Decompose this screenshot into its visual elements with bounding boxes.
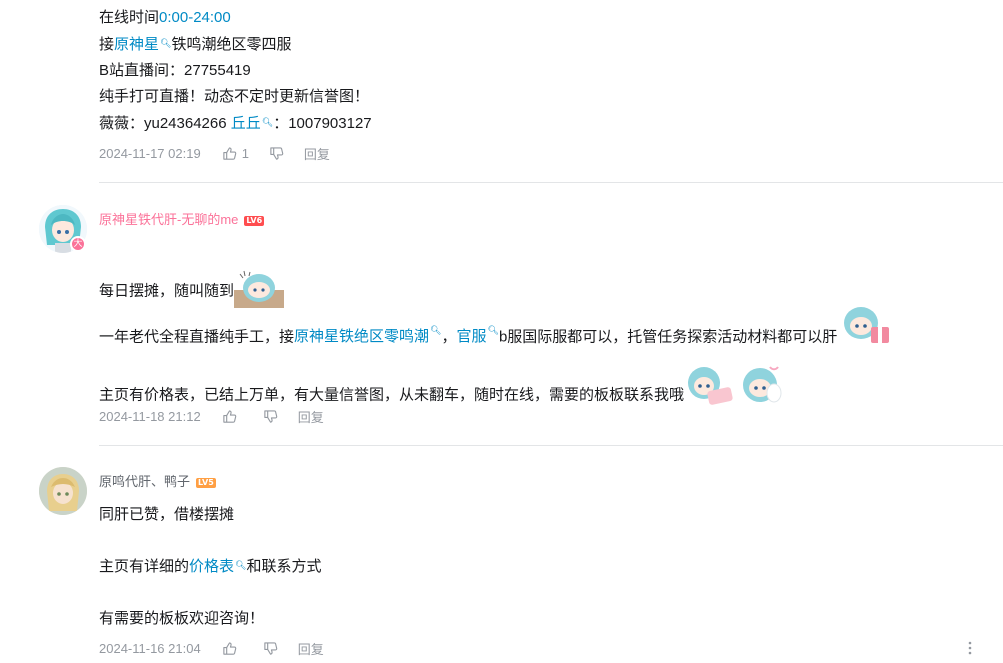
vip-badge: 大 bbox=[70, 236, 86, 252]
search-link-price-list[interactable]: 价格表🔍︎ bbox=[189, 558, 246, 575]
thumb-down-icon bbox=[264, 409, 277, 423]
sticker-miku-sign bbox=[684, 363, 734, 416]
like-button[interactable]: 1 bbox=[222, 146, 249, 161]
search-superscript-icon: 🔍︎ bbox=[487, 325, 499, 335]
like-count: 1 bbox=[241, 145, 249, 161]
search-superscript-icon: 🔍︎ bbox=[261, 117, 274, 127]
comment-2-para-1: 每日摆摊，随叫随到 bbox=[99, 268, 285, 315]
reply-button[interactable]: 回复 bbox=[298, 407, 324, 426]
search-link-official-server[interactable]: 官服🔍︎ bbox=[456, 325, 498, 345]
comment-divider bbox=[99, 182, 1003, 183]
search-superscript-icon: 🔍︎ bbox=[430, 325, 442, 335]
comment-2-meta: 2024-11-18 21:12 回复 bbox=[99, 407, 324, 425]
comment-3-para-2: 主页有详细的价格表🔍︎和联系方式 bbox=[99, 556, 321, 578]
comment-2-para-2: 一年老代全程直播纯手工，接原神星铁绝区零鸣潮🔍︎，官服🔍︎b服国际服都可以，托管… bbox=[99, 307, 891, 354]
reply-button[interactable]: 回复 bbox=[298, 639, 324, 658]
comment-3-para-3: 有需要的板板欢迎咨询！ bbox=[99, 610, 265, 627]
search-link-qiuqiu[interactable]: 丘丘🔍︎ bbox=[231, 115, 273, 132]
like-button[interactable] bbox=[222, 641, 237, 656]
dislike-button[interactable] bbox=[263, 641, 278, 656]
username[interactable]: 原鸣代肝、鸭子 LV5 bbox=[99, 474, 216, 490]
sticker-miku-gift bbox=[837, 303, 891, 354]
comment-1-line-games: 接原神星🔍︎铁鸣潮绝区零四服 bbox=[99, 34, 291, 56]
thumb-up-icon bbox=[223, 641, 236, 655]
avatar-character-image bbox=[39, 467, 87, 515]
comment-1-line-live-room: B站直播间：27755419 bbox=[99, 62, 251, 79]
search-link-genshin-star[interactable]: 原神星🔍︎ bbox=[114, 36, 171, 53]
comment-date: 2024-11-18 21:12 bbox=[99, 408, 201, 424]
more-vertical-icon bbox=[968, 641, 972, 655]
comment-1-line-contact: 薇薇：yu24364266 丘丘🔍︎：1007903127 bbox=[99, 113, 372, 135]
comment-date: 2024-11-16 21:04 bbox=[99, 640, 201, 656]
search-link-games[interactable]: 原神星铁绝区零鸣潮🔍︎ bbox=[294, 325, 441, 345]
sticker-miku-peek bbox=[234, 268, 285, 315]
comment-3-para-1: 同肝已赞，借楼摆摊 bbox=[99, 506, 235, 523]
avatar[interactable] bbox=[39, 467, 87, 515]
level-badge: LV6 bbox=[244, 215, 265, 226]
dislike-button[interactable] bbox=[263, 409, 278, 424]
more-options-button[interactable] bbox=[967, 640, 973, 656]
like-button[interactable] bbox=[222, 409, 237, 424]
username[interactable]: 原神星铁代肝-无聊的me LV6 bbox=[99, 212, 265, 228]
comment-date: 2024-11-17 02:19 bbox=[99, 145, 201, 161]
thumb-down-icon bbox=[264, 641, 277, 655]
comment-divider bbox=[99, 445, 1003, 446]
time-link[interactable]: 0:00-24:00 bbox=[159, 9, 231, 26]
thumb-up-icon bbox=[223, 146, 236, 160]
comment-1-line-live-note: 纯手打可直播！动态不定时更新信誉图！ bbox=[99, 88, 370, 105]
reply-button[interactable]: 回复 bbox=[304, 144, 330, 163]
sticker-miku-bunny bbox=[734, 363, 786, 416]
comment-3-meta: 2024-11-16 21:04 回复 bbox=[99, 639, 324, 657]
level-badge: LV5 bbox=[196, 477, 216, 488]
dislike-button[interactable] bbox=[269, 146, 284, 161]
comment-1-line-online-time: 在线时间0:00-24:00 bbox=[99, 9, 231, 26]
thumb-down-icon bbox=[270, 146, 284, 160]
thumb-up-icon bbox=[223, 409, 236, 423]
search-superscript-icon: 🔍︎ bbox=[160, 38, 172, 48]
search-superscript-icon: 🔍︎ bbox=[235, 560, 247, 570]
comment-1-meta: 2024-11-17 02:19 1 回复 bbox=[99, 144, 330, 162]
